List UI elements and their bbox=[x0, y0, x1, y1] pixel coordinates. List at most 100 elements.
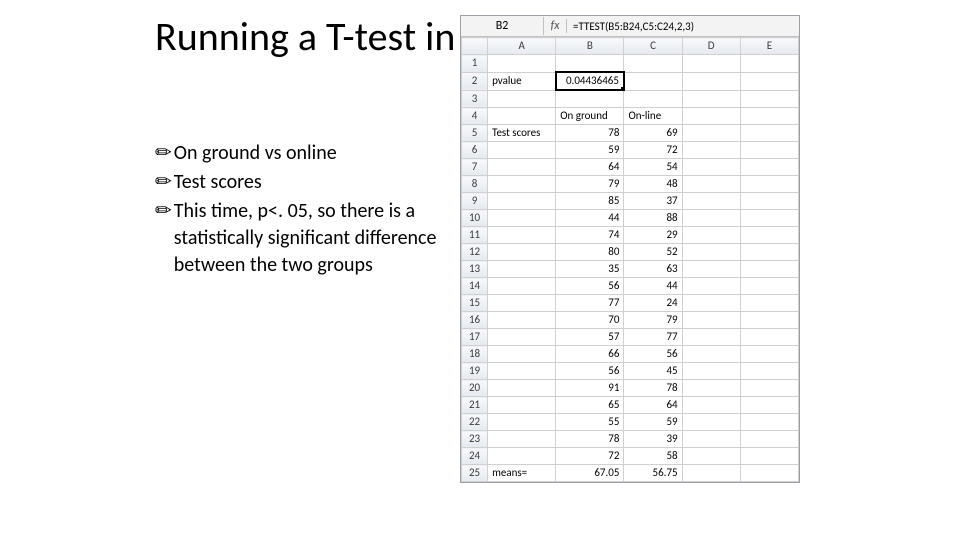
cell-c2[interactable] bbox=[624, 72, 682, 90]
cell-b23[interactable]: 78 bbox=[556, 431, 624, 448]
cell-a1[interactable] bbox=[488, 55, 556, 73]
cell-a2[interactable]: pvalue bbox=[488, 72, 556, 90]
cell-b3[interactable] bbox=[556, 90, 624, 108]
cell-c25[interactable]: 56.75 bbox=[624, 465, 682, 482]
cell-a18[interactable] bbox=[488, 346, 556, 363]
cell-a6[interactable] bbox=[488, 142, 556, 159]
cell-d16[interactable] bbox=[682, 312, 740, 329]
cell-e15[interactable] bbox=[740, 295, 798, 312]
row-header[interactable]: 23 bbox=[462, 431, 488, 448]
col-header-a[interactable]: A bbox=[488, 38, 556, 55]
fx-icon[interactable]: fx bbox=[544, 19, 567, 33]
cell-d17[interactable] bbox=[682, 329, 740, 346]
cell-a22[interactable] bbox=[488, 414, 556, 431]
cell-c3[interactable] bbox=[624, 90, 682, 108]
cell-b16[interactable]: 70 bbox=[556, 312, 624, 329]
cell-e10[interactable] bbox=[740, 210, 798, 227]
cell-b14[interactable]: 56 bbox=[556, 278, 624, 295]
cell-a21[interactable] bbox=[488, 397, 556, 414]
cell-d9[interactable] bbox=[682, 193, 740, 210]
cell-a19[interactable] bbox=[488, 363, 556, 380]
cell-b12[interactable]: 80 bbox=[556, 244, 624, 261]
cell-a14[interactable] bbox=[488, 278, 556, 295]
cell-c6[interactable]: 72 bbox=[624, 142, 682, 159]
cell-a23[interactable] bbox=[488, 431, 556, 448]
cell-b11[interactable]: 74 bbox=[556, 227, 624, 244]
cell-b4[interactable]: On ground bbox=[556, 108, 624, 125]
cell-a20[interactable] bbox=[488, 380, 556, 397]
cell-a8[interactable] bbox=[488, 176, 556, 193]
row-header[interactable]: 20 bbox=[462, 380, 488, 397]
col-header-b[interactable]: B bbox=[556, 38, 624, 55]
cell-e1[interactable] bbox=[740, 55, 798, 73]
cell-c1[interactable] bbox=[624, 55, 682, 73]
row-header[interactable]: 21 bbox=[462, 397, 488, 414]
row-header[interactable]: 8 bbox=[462, 176, 488, 193]
cell-e11[interactable] bbox=[740, 227, 798, 244]
cell-c13[interactable]: 63 bbox=[624, 261, 682, 278]
cell-a13[interactable] bbox=[488, 261, 556, 278]
cell-d19[interactable] bbox=[682, 363, 740, 380]
cell-a5[interactable]: Test scores bbox=[488, 125, 556, 142]
cell-a10[interactable] bbox=[488, 210, 556, 227]
cell-c15[interactable]: 24 bbox=[624, 295, 682, 312]
row-header[interactable]: 3 bbox=[462, 90, 488, 108]
excel-grid[interactable]: ABCDE12pvalue0.0443646534On groundOn-lin… bbox=[461, 37, 799, 482]
cell-a4[interactable] bbox=[488, 108, 556, 125]
cell-d11[interactable] bbox=[682, 227, 740, 244]
cell-c19[interactable]: 45 bbox=[624, 363, 682, 380]
cell-b6[interactable]: 59 bbox=[556, 142, 624, 159]
row-header[interactable]: 4 bbox=[462, 108, 488, 125]
cell-a9[interactable] bbox=[488, 193, 556, 210]
cell-c17[interactable]: 77 bbox=[624, 329, 682, 346]
cell-a16[interactable] bbox=[488, 312, 556, 329]
cell-e13[interactable] bbox=[740, 261, 798, 278]
cell-a15[interactable] bbox=[488, 295, 556, 312]
cell-c22[interactable]: 59 bbox=[624, 414, 682, 431]
cell-b9[interactable]: 85 bbox=[556, 193, 624, 210]
cell-c24[interactable]: 58 bbox=[624, 448, 682, 465]
cell-c5[interactable]: 69 bbox=[624, 125, 682, 142]
row-header[interactable]: 9 bbox=[462, 193, 488, 210]
cell-e22[interactable] bbox=[740, 414, 798, 431]
row-header[interactable]: 11 bbox=[462, 227, 488, 244]
row-header[interactable]: 2 bbox=[462, 72, 488, 90]
row-header[interactable]: 15 bbox=[462, 295, 488, 312]
cell-c21[interactable]: 64 bbox=[624, 397, 682, 414]
cell-d8[interactable] bbox=[682, 176, 740, 193]
cell-d24[interactable] bbox=[682, 448, 740, 465]
cell-b22[interactable]: 55 bbox=[556, 414, 624, 431]
row-header[interactable]: 12 bbox=[462, 244, 488, 261]
cell-c4[interactable]: On-line bbox=[624, 108, 682, 125]
cell-b13[interactable]: 35 bbox=[556, 261, 624, 278]
cell-d4[interactable] bbox=[682, 108, 740, 125]
cell-d22[interactable] bbox=[682, 414, 740, 431]
cell-e4[interactable] bbox=[740, 108, 798, 125]
row-header[interactable]: 17 bbox=[462, 329, 488, 346]
cell-b21[interactable]: 65 bbox=[556, 397, 624, 414]
cell-c11[interactable]: 29 bbox=[624, 227, 682, 244]
row-header[interactable]: 19 bbox=[462, 363, 488, 380]
cell-d23[interactable] bbox=[682, 431, 740, 448]
cell-a25[interactable]: means= bbox=[488, 465, 556, 482]
row-header[interactable]: 5 bbox=[462, 125, 488, 142]
cell-e23[interactable] bbox=[740, 431, 798, 448]
cell-c20[interactable]: 78 bbox=[624, 380, 682, 397]
cell-e8[interactable] bbox=[740, 176, 798, 193]
cell-c12[interactable]: 52 bbox=[624, 244, 682, 261]
cell-e16[interactable] bbox=[740, 312, 798, 329]
row-header[interactable]: 14 bbox=[462, 278, 488, 295]
cell-b1[interactable] bbox=[556, 55, 624, 73]
cell-e17[interactable] bbox=[740, 329, 798, 346]
cell-c7[interactable]: 54 bbox=[624, 159, 682, 176]
cell-d18[interactable] bbox=[682, 346, 740, 363]
cell-d2[interactable] bbox=[682, 72, 740, 90]
cell-c16[interactable]: 79 bbox=[624, 312, 682, 329]
cell-d10[interactable] bbox=[682, 210, 740, 227]
cell-b20[interactable]: 91 bbox=[556, 380, 624, 397]
cell-e7[interactable] bbox=[740, 159, 798, 176]
cell-b5[interactable]: 78 bbox=[556, 125, 624, 142]
cell-d6[interactable] bbox=[682, 142, 740, 159]
cell-d1[interactable] bbox=[682, 55, 740, 73]
cell-b25[interactable]: 67.05 bbox=[556, 465, 624, 482]
